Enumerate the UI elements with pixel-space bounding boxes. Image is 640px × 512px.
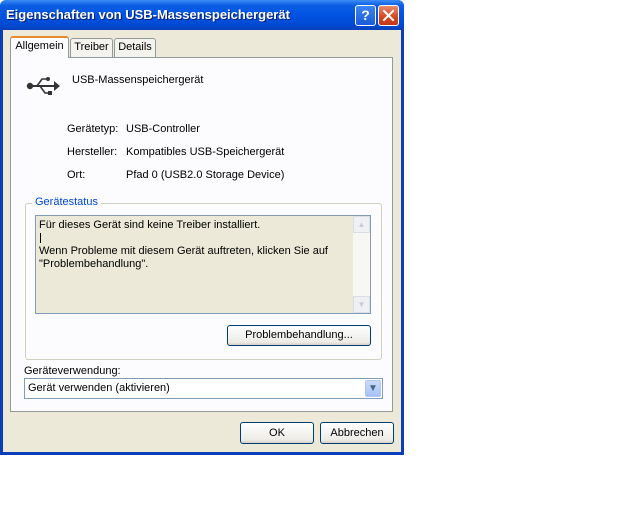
vertical-scrollbar[interactable]: ▲ ▼ — [353, 216, 370, 313]
close-button[interactable] — [378, 5, 399, 26]
ok-button[interactable]: OK — [240, 422, 314, 444]
device-name: USB-Massenspeichergerät — [72, 74, 204, 86]
device-type-label: Gerätetyp: — [67, 123, 119, 135]
troubleshoot-button[interactable]: Problembehandlung... — [227, 325, 371, 346]
location-value: Pfad 0 (USB2.0 Storage Device) — [126, 169, 285, 181]
close-icon — [382, 9, 395, 22]
properties-dialog: Eigenschaften von USB-Massenspeichergerä… — [0, 0, 404, 455]
status-line-3: "Problembehandlung". — [39, 258, 149, 270]
general-tab-panel: USB-Massenspeichergerät Gerätetyp: USB-C… — [10, 57, 393, 412]
manufacturer-value: Kompatibles USB-Speichergerät — [126, 146, 285, 158]
device-usage-label: Geräteverwendung: — [24, 365, 121, 377]
device-usage-select[interactable]: Gerät verwenden (aktivieren) ▼ — [24, 378, 383, 399]
tab-details[interactable]: Details — [114, 38, 156, 57]
cancel-button[interactable]: Abbrechen — [320, 422, 394, 444]
manufacturer-label: Hersteller: — [67, 146, 118, 158]
device-type-value: USB-Controller — [126, 123, 200, 135]
dialog-client-area: Allgemein Treiber Details USB-Massenspei… — [3, 30, 401, 452]
title-bar[interactable]: Eigenschaften von USB-Massenspeichergerä… — [0, 0, 404, 30]
scroll-up-arrow-icon[interactable]: ▲ — [353, 216, 370, 233]
chevron-down-icon[interactable]: ▼ — [365, 380, 381, 397]
device-status-legend: Gerätestatus — [32, 196, 101, 208]
window-title: Eigenschaften von USB-Massenspeichergerä… — [6, 7, 290, 22]
tab-general[interactable]: Allgemein — [10, 36, 69, 58]
tab-driver[interactable]: Treiber — [70, 38, 113, 57]
text-caret — [40, 233, 41, 243]
device-usage-selected: Gerät verwenden (aktivieren) — [28, 382, 170, 394]
usb-icon — [26, 77, 60, 95]
status-line-2: Wenn Probleme mit diesem Gerät auftreten… — [39, 245, 328, 257]
location-label: Ort: — [67, 169, 86, 181]
help-button[interactable]: ? — [355, 5, 376, 26]
device-status-text[interactable]: Für dieses Gerät sind keine Treiber inst… — [35, 215, 371, 314]
status-line-1: Für dieses Gerät sind keine Treiber inst… — [39, 219, 261, 231]
scroll-down-arrow-icon[interactable]: ▼ — [353, 296, 370, 313]
